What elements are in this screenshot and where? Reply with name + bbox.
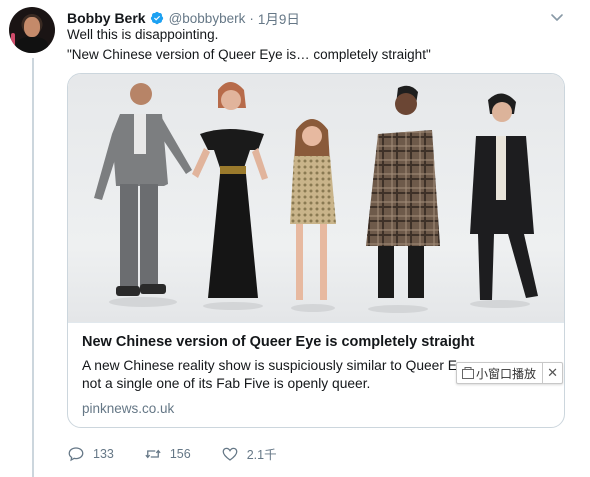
avatar[interactable] <box>9 7 55 53</box>
retweet-button[interactable]: 156 <box>144 445 191 463</box>
card-domain[interactable]: pinknews.co.uk <box>82 401 174 416</box>
card-image[interactable] <box>68 74 564 322</box>
retweet-count: 156 <box>169 446 191 461</box>
like-count: 2.1千 <box>246 448 277 462</box>
like-button[interactable]: 2.1千 <box>221 444 277 463</box>
like-icon <box>222 447 238 461</box>
header-separator: · <box>249 10 254 26</box>
mini-window-popup[interactable]: 小窗口播放 ✕ <box>456 362 564 384</box>
mini-window-label[interactable]: 小窗口播放 <box>476 365 542 382</box>
tweet-date[interactable]: 1月9日 <box>258 8 300 28</box>
tweet-actions: 133 156 2.1千 <box>67 444 307 463</box>
author-handle[interactable]: @bobbyberk <box>169 11 246 26</box>
card-photo-illustration <box>94 82 538 313</box>
tweet-text-line-1: Well this is disappointing. <box>67 27 219 42</box>
mini-window-icon <box>462 367 474 379</box>
tweet-text-line-2: "New Chinese version of Queer Eye is… co… <box>67 47 431 62</box>
retweet-icon <box>145 449 161 458</box>
verified-badge-icon <box>150 11 163 25</box>
reply-icon <box>68 446 84 461</box>
reply-button[interactable]: 133 <box>67 445 114 463</box>
close-icon[interactable]: ✕ <box>542 363 562 383</box>
card-title[interactable]: New Chinese version of Queer Eye is comp… <box>82 334 474 350</box>
thread-line <box>32 58 34 477</box>
tweet-header: Bobby Berk @bobbyberk · 1月9日 <box>67 8 300 28</box>
caret-down-icon[interactable] <box>549 9 565 25</box>
reply-count: 133 <box>93 446 114 461</box>
author-name[interactable]: Bobby Berk <box>67 10 146 26</box>
